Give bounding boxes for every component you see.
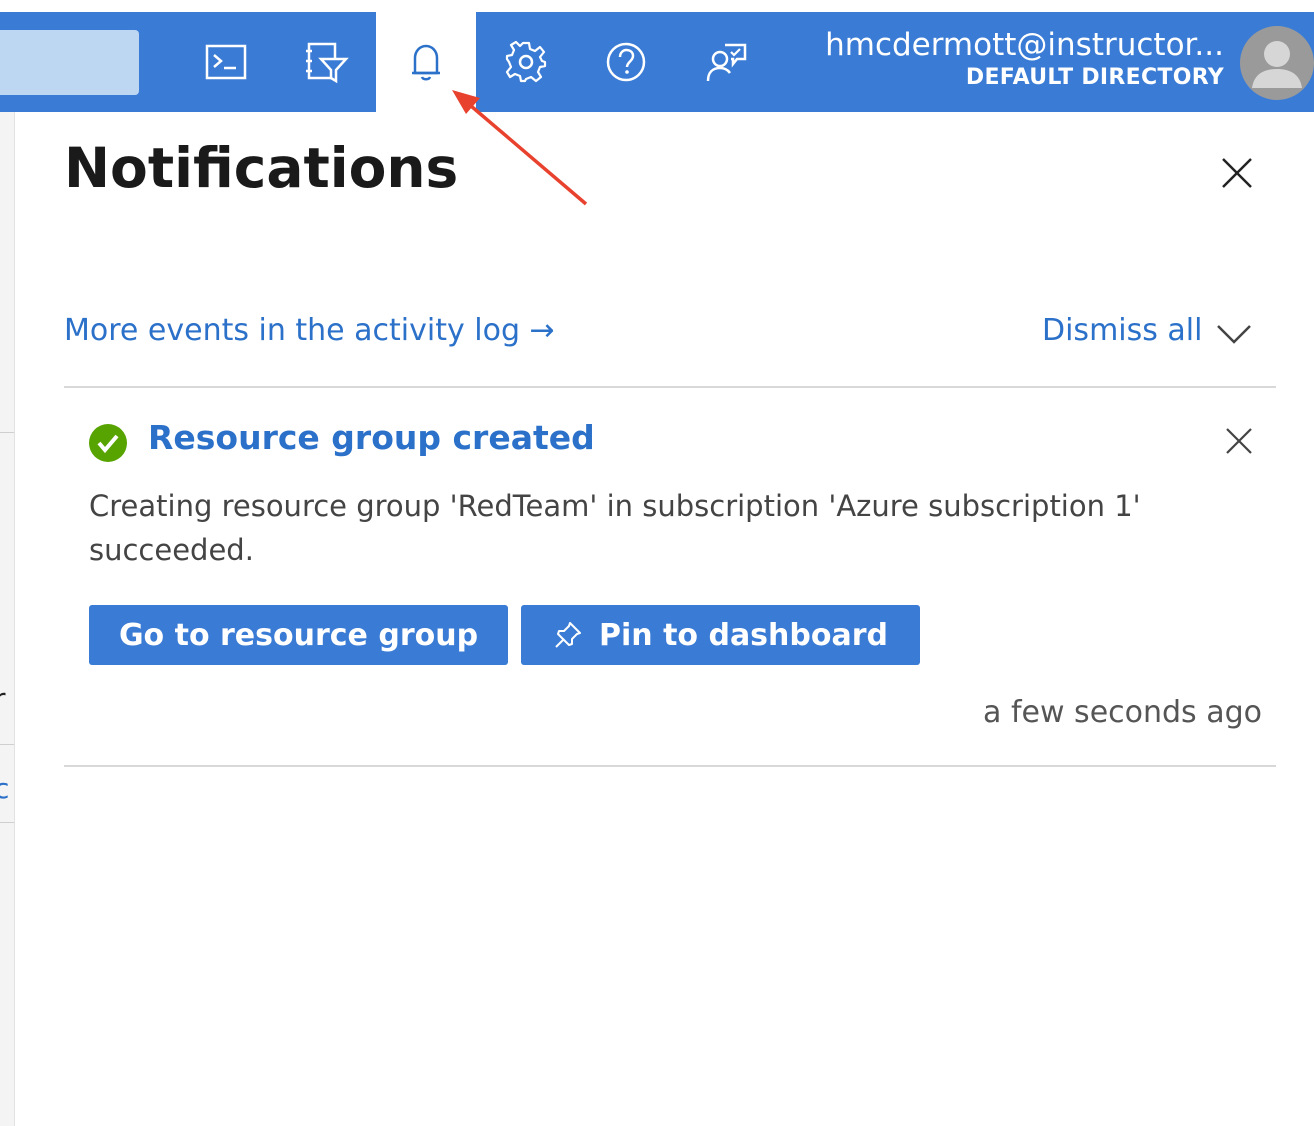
cloud-shell-button[interactable] [176, 12, 276, 112]
background-link-fragment: c [0, 772, 9, 805]
success-check-icon [89, 424, 127, 462]
settings-gear-icon [505, 40, 547, 83]
notification-message: Creating resource group 'RedTeam' in sub… [89, 489, 1141, 567]
background-text-fragment: r [0, 682, 6, 715]
directory-filter-button[interactable] [276, 12, 376, 112]
background-divider [0, 432, 14, 433]
account-directory: DEFAULT DIRECTORY [965, 65, 1224, 90]
cloud-shell-icon [205, 44, 247, 80]
divider [64, 765, 1276, 767]
panel-title: Notifications [64, 136, 459, 200]
notification-timestamp: a few seconds ago [983, 695, 1262, 730]
go-to-resource-group-button[interactable]: Go to resource group [89, 605, 508, 665]
notification-title[interactable]: Resource group created [148, 418, 595, 457]
dismiss-all-button[interactable]: Dismiss all [1042, 313, 1202, 348]
feedback-button[interactable] [676, 12, 776, 112]
activity-log-link[interactable]: More events in the activity log → [64, 313, 555, 348]
chevron-down-icon[interactable] [1212, 316, 1256, 352]
global-search-box[interactable] [0, 30, 139, 95]
user-avatar-icon [1252, 41, 1302, 88]
annotation-arrow-icon [452, 90, 588, 206]
background-divider [0, 744, 14, 745]
topbar-top-edge [0, 0, 1314, 12]
background-page: r c [0, 112, 15, 1126]
background-divider [0, 822, 14, 823]
close-panel-icon[interactable] [1214, 150, 1260, 196]
avatar[interactable] [1240, 26, 1314, 100]
pin-to-dashboard-label: Pin to dashboard [599, 617, 888, 653]
account-menu[interactable]: hmcdermott@instructor... DEFAULT DIRECTO… [825, 26, 1224, 92]
pin-to-dashboard-button[interactable]: Pin to dashboard [521, 605, 920, 665]
divider [64, 386, 1276, 388]
go-to-resource-group-label: Go to resource group [118, 617, 479, 653]
notifications-bell-icon [412, 44, 440, 81]
feedback-icon [706, 43, 747, 82]
directory-filter-icon [306, 42, 349, 84]
help-question-icon [606, 42, 646, 82]
account-name: hmcdermott@instructor... [825, 27, 1224, 63]
pin-icon [555, 622, 581, 648]
close-notification-icon[interactable] [1220, 422, 1258, 460]
